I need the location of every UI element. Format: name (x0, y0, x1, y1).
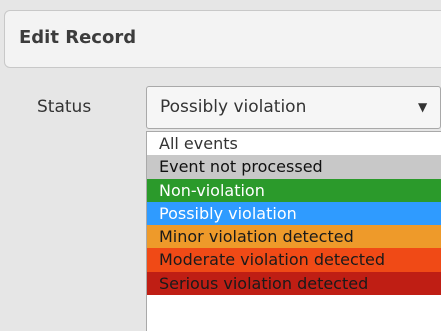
status-option[interactable]: Serious violation detected (147, 271, 441, 296)
status-select-value: Possibly violation (160, 97, 307, 117)
dialog-title: Edit Record (19, 27, 137, 48)
chevron-down-icon[interactable]: ▼ (418, 100, 427, 114)
status-dropdown-list: All events Event not processed Non-viola… (146, 131, 441, 331)
status-option[interactable]: Event not processed (147, 155, 441, 179)
status-option[interactable]: All events (147, 132, 441, 156)
status-option[interactable]: Moderate violation detected (147, 248, 441, 272)
status-option[interactable]: Non-violation (147, 178, 441, 202)
status-label: Status (37, 97, 92, 117)
status-option[interactable]: Minor violation detected (147, 225, 441, 249)
status-option[interactable] (147, 295, 441, 319)
status-select[interactable]: Possibly violation ▼ (146, 86, 441, 129)
edit-record-dialog: Edit Record Status Possibly violation ▼ … (0, 0, 441, 331)
status-option-selected[interactable]: Possibly violation (147, 201, 441, 226)
